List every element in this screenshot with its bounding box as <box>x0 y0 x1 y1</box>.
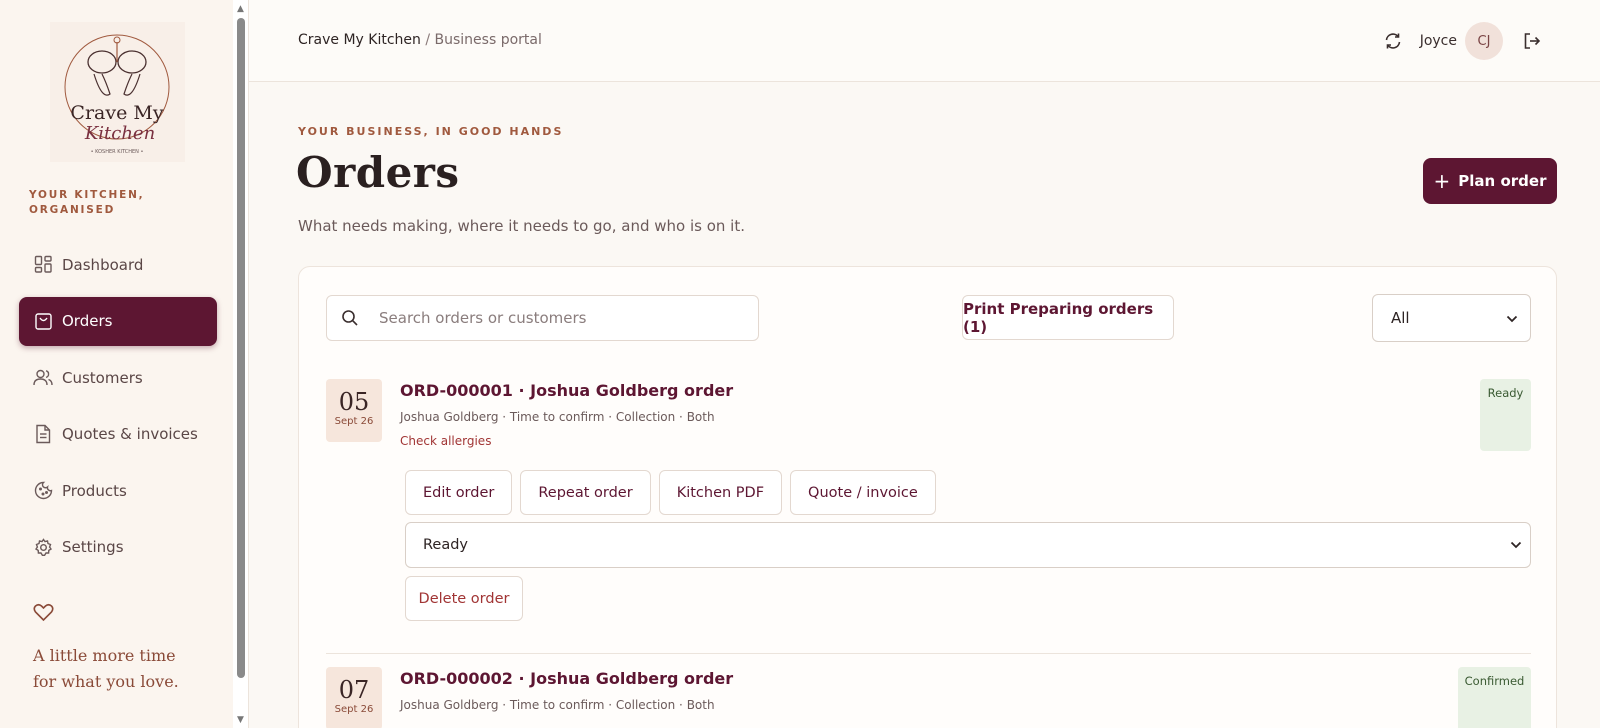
dashboard-icon <box>33 255 53 275</box>
sidebar-item-label: Customers <box>62 368 143 387</box>
breadcrumb-separator: / <box>425 32 431 48</box>
status-badge: Ready <box>1480 379 1531 451</box>
logo-small: • KOSHER KITCHEN • <box>91 149 144 155</box>
sidebar-item-label: Quotes & invoices <box>62 425 198 443</box>
search-input[interactable] <box>379 309 749 327</box>
order-status-value: Ready <box>423 537 469 553</box>
sidebar-scrollbar[interactable]: ▲ ▼ <box>233 0 248 728</box>
sidebar-item-label: Dashboard <box>62 255 144 274</box>
order-date-month: Sept 26 <box>334 416 374 427</box>
refresh-icon[interactable] <box>1382 30 1404 52</box>
plan-order-label: Plan order <box>1458 172 1547 190</box>
chevron-down-icon <box>1510 537 1522 553</box>
scrollbar-thumb[interactable] <box>237 18 245 678</box>
sidebar-item-label: Orders <box>62 312 113 330</box>
logout-icon[interactable] <box>1521 30 1543 52</box>
order-divider <box>326 653 1531 654</box>
sidebar-tagline: YOUR KITCHEN, ORGANISED <box>29 189 145 216</box>
order-date-day: 05 <box>338 388 370 416</box>
order-date: 05 Sept 26 <box>326 379 382 442</box>
logo-emblem-icon: Crave My Kitchen • KOSHER KITCHEN • <box>50 22 185 162</box>
status-filter-value: All <box>1391 309 1410 327</box>
order-date-day: 07 <box>338 676 370 704</box>
sidebar-item-settings[interactable]: Settings <box>19 523 217 572</box>
heart-icon <box>33 603 54 626</box>
print-preparing-orders-button[interactable]: Print Preparing orders (1) <box>962 295 1174 340</box>
edit-order-button[interactable]: Edit order <box>405 470 513 515</box>
search-icon <box>341 309 359 327</box>
status-badge: Confirmed <box>1458 667 1531 728</box>
sidebar-quote-line1: A little more time <box>33 646 176 665</box>
user-controls: Joyce CJ <box>1382 22 1543 60</box>
sidebar: Crave My Kitchen • KOSHER KITCHEN • YOUR… <box>0 0 233 728</box>
breadcrumb-current: Business portal <box>434 32 542 48</box>
order-row: 05 Sept 26 ORD-000001 · Joshua Goldberg … <box>326 379 1531 639</box>
order-date-month: Sept 26 <box>334 704 374 715</box>
orders-card: Print Preparing orders (1) All 05 Sept 2… <box>298 266 1557 728</box>
main-content: Crave My Kitchen / Business portal Joyce… <box>248 0 1600 728</box>
sidebar-nav: Dashboard Orders Customers Quotes & invo… <box>19 240 217 579</box>
repeat-order-button[interactable]: Repeat order <box>520 470 651 515</box>
breadcrumb: Crave My Kitchen / Business portal <box>298 32 542 48</box>
shopping-bag-icon <box>33 311 53 331</box>
sidebar-quote: A little more time for what you love. <box>33 643 213 695</box>
order-date: 07 Sept 26 <box>326 667 382 728</box>
logo-line1: Crave My <box>70 102 163 124</box>
order-meta: Joshua Goldberg · Time to confirm · Coll… <box>400 698 715 712</box>
breadcrumb-root[interactable]: Crave My Kitchen <box>298 32 421 48</box>
brand-logo[interactable]: Crave My Kitchen • KOSHER KITCHEN • <box>50 22 185 162</box>
page-eyebrow: YOUR BUSINESS, IN GOOD HANDS <box>298 125 564 138</box>
order-status-select[interactable]: Ready <box>405 522 1531 568</box>
gear-icon <box>33 537 53 557</box>
delete-order-button[interactable]: Delete order <box>405 576 523 621</box>
order-title[interactable]: ORD-000002 · Joshua Goldberg order <box>400 669 733 688</box>
quote-invoice-button[interactable]: Quote / invoice <box>790 470 936 515</box>
kitchen-pdf-button[interactable]: Kitchen PDF <box>658 470 783 515</box>
order-title[interactable]: ORD-000001 · Joshua Goldberg order <box>400 381 733 400</box>
cookie-icon <box>33 481 53 501</box>
order-allergy-warning: Check allergies <box>400 434 492 448</box>
sidebar-item-dashboard[interactable]: Dashboard <box>19 240 217 289</box>
order-row: 07 Sept 26 ORD-000002 · Joshua Goldberg … <box>326 667 1531 728</box>
sidebar-item-customers[interactable]: Customers <box>19 353 217 402</box>
search-box[interactable] <box>326 295 759 341</box>
sidebar-item-quotes-invoices[interactable]: Quotes & invoices <box>19 410 217 459</box>
avatar[interactable]: CJ <box>1465 22 1503 60</box>
status-filter-select[interactable]: All <box>1372 294 1531 342</box>
document-icon <box>33 424 53 444</box>
scroll-down-arrow-icon[interactable]: ▼ <box>235 715 246 725</box>
plus-icon: + <box>1433 169 1451 193</box>
users-icon <box>33 368 53 388</box>
logo-line2: Kitchen <box>84 123 155 144</box>
plan-order-button[interactable]: + Plan order <box>1423 158 1557 204</box>
page-subtitle: What needs making, where it needs to go,… <box>298 217 745 235</box>
page-title: Orders <box>296 148 460 197</box>
sidebar-item-label: Products <box>62 481 127 500</box>
scroll-up-arrow-icon[interactable]: ▲ <box>235 4 246 14</box>
chevron-down-icon <box>1506 309 1518 327</box>
sidebar-quote-line2: for what you love. <box>33 672 179 691</box>
user-name: Joyce <box>1419 33 1457 49</box>
sidebar-item-label: Settings <box>62 538 124 556</box>
topbar: Crave My Kitchen / Business portal Joyce… <box>249 0 1600 82</box>
order-meta: Joshua Goldberg · Time to confirm · Coll… <box>400 410 715 424</box>
order-actions: Edit order Repeat order Kitchen PDF Quot… <box>405 470 944 515</box>
sidebar-item-products[interactable]: Products <box>19 466 217 515</box>
sidebar-item-orders[interactable]: Orders <box>19 296 217 346</box>
